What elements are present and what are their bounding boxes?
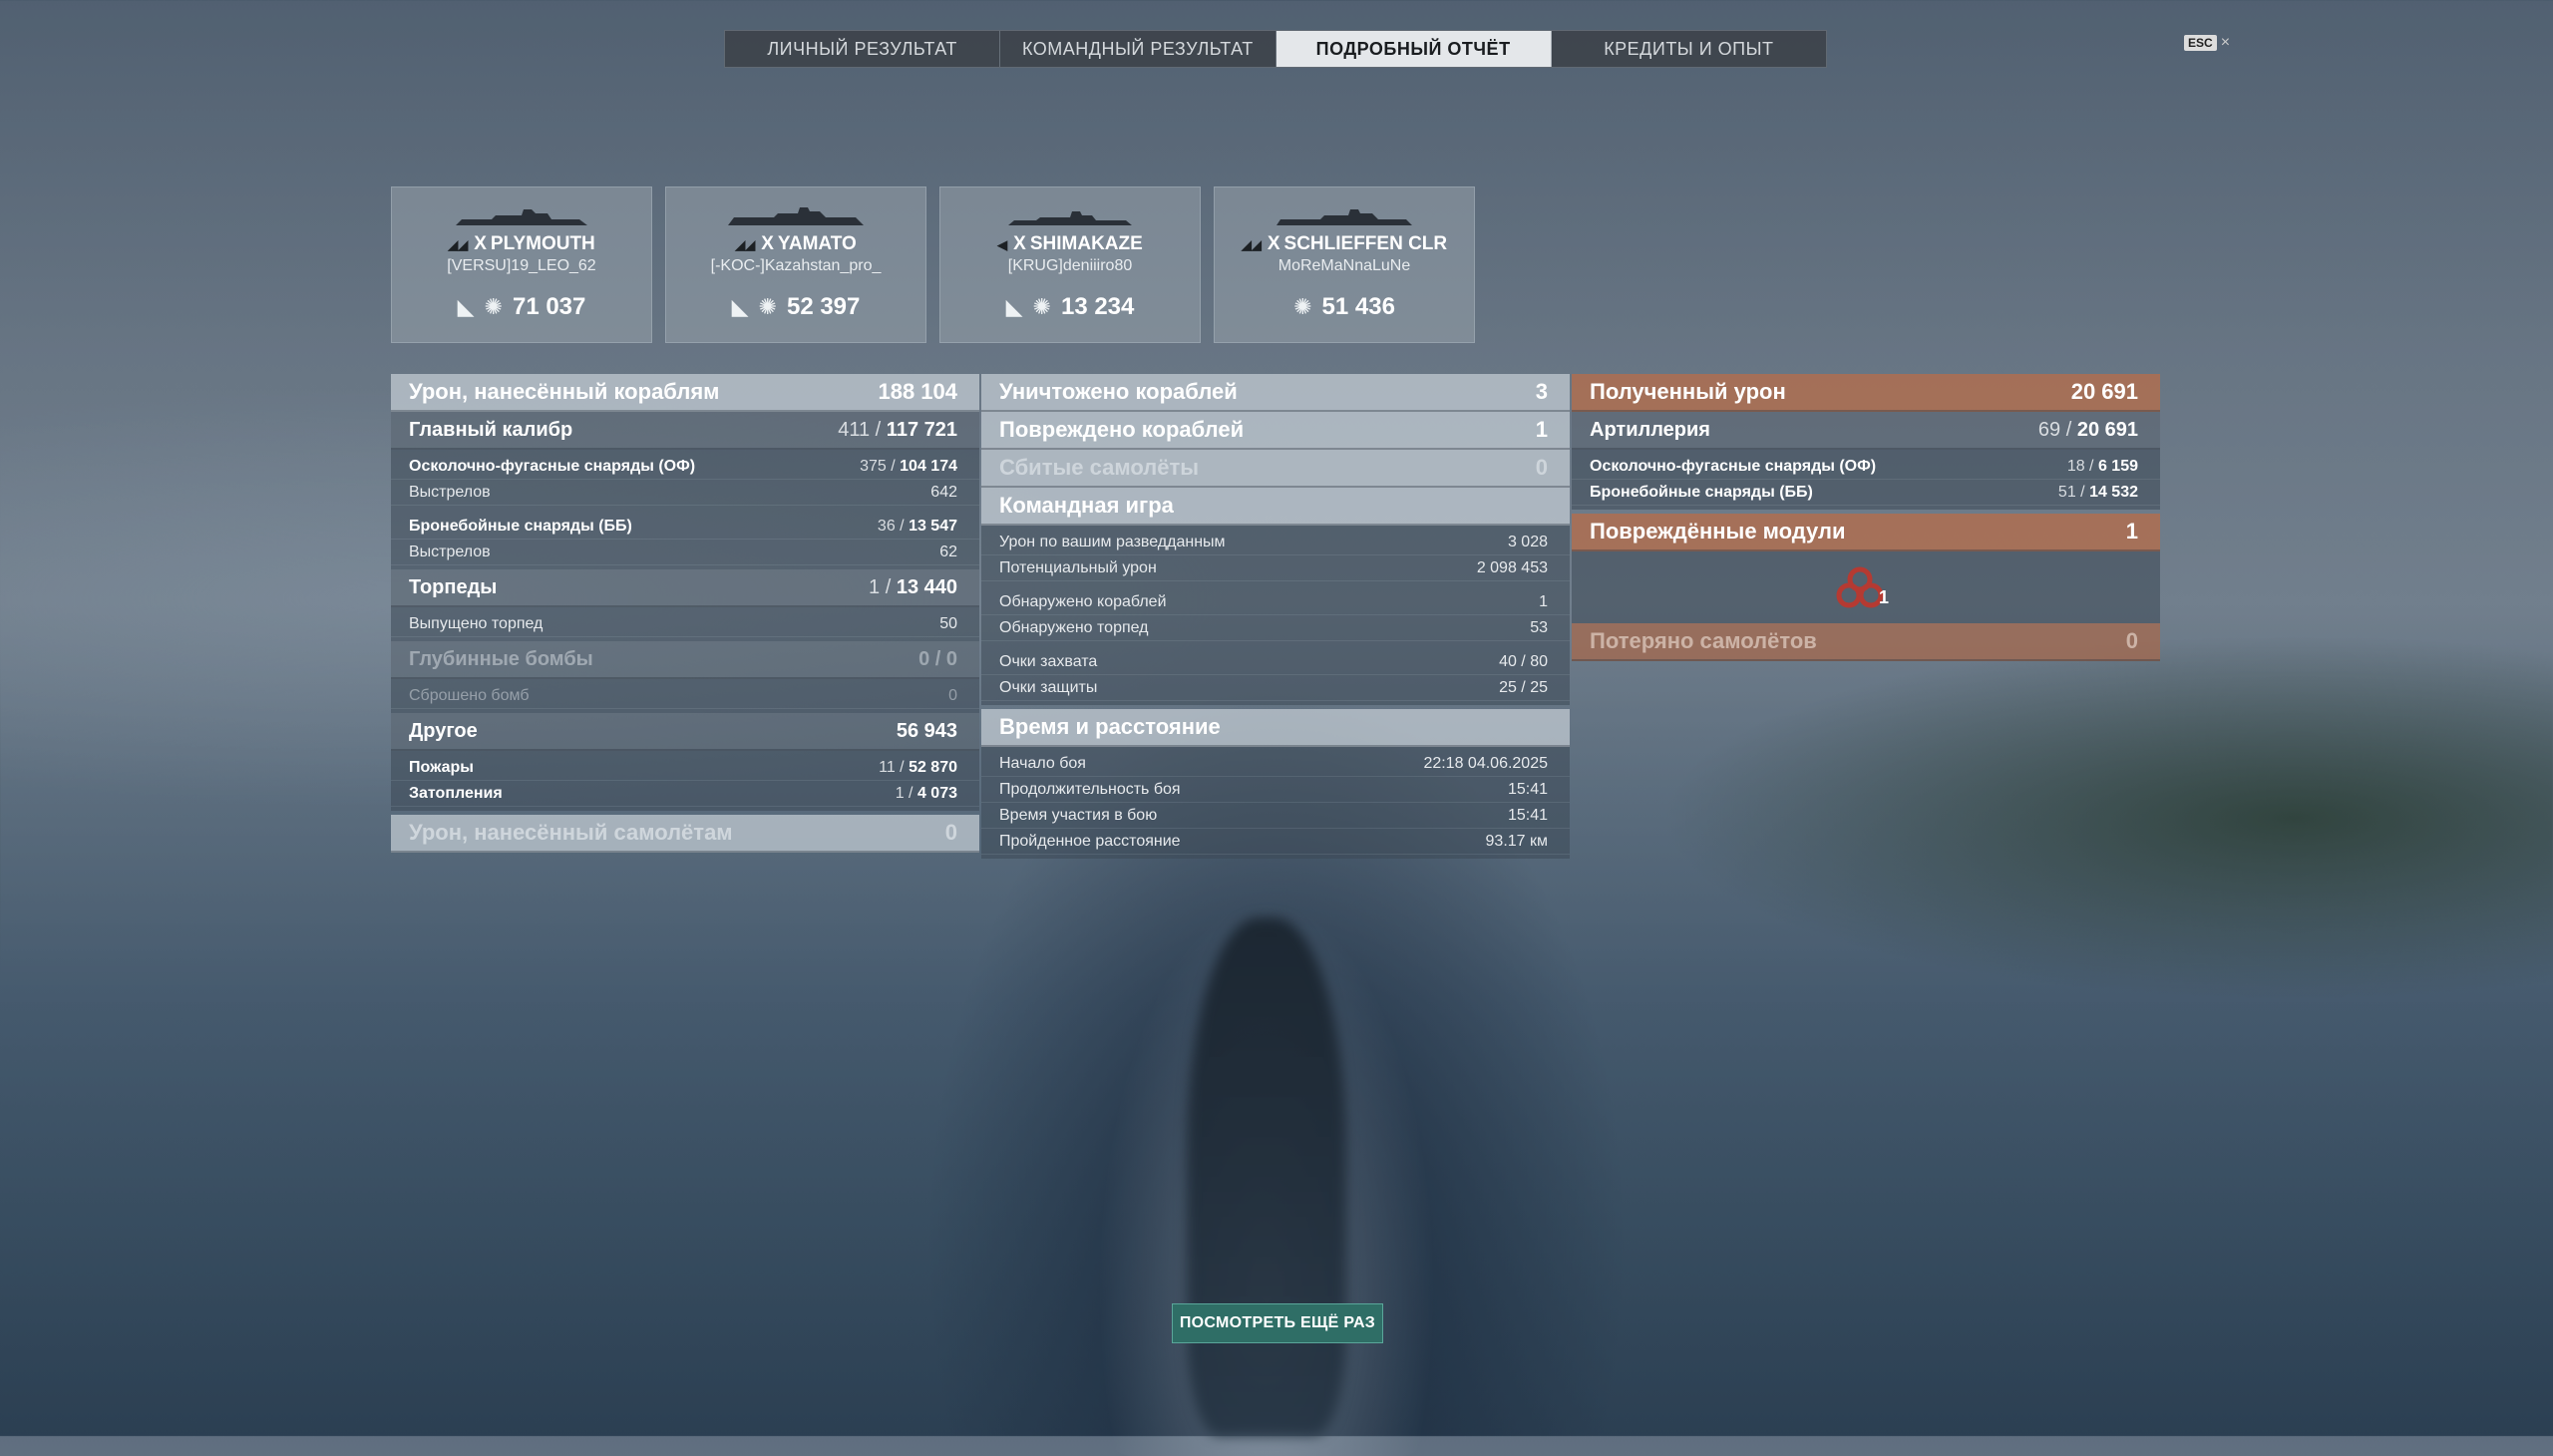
- explosion-icon: ✺: [484, 294, 503, 319]
- ship-silhouette-icon: [1008, 211, 1132, 225]
- planes-shot-down-header: Сбитые самолёты 0: [981, 450, 1570, 488]
- ship-damage: 51 436: [1321, 293, 1395, 320]
- received-ap-row: Бронебойные снаряды (ББ) 51 / 14 532: [1572, 480, 2160, 506]
- ship-damage: 71 037: [512, 293, 586, 320]
- torpedoes-spotted-row: Обнаружено торпед 53: [981, 615, 1570, 641]
- artillery-header: Артиллерия 69 / 20 691: [1572, 412, 2160, 450]
- time-distance-details: Начало боя 22:18 04.06.2025 Продолжительн…: [981, 747, 1570, 859]
- ship-silhouette-icon: [456, 209, 587, 225]
- ship-damage-total: 188 104: [878, 379, 957, 404]
- torpedoes-launched-row: Выпущено торпед 50: [391, 611, 979, 637]
- ship-name: SCHLIEFFEN CLR: [1283, 233, 1448, 254]
- player-name: MoReMaNnaLuNe: [1277, 257, 1411, 274]
- battle-start-row: Начало боя 22:18 04.06.2025: [981, 751, 1570, 777]
- planes-lost-header: Потеряно самолётов 0: [1572, 623, 2160, 661]
- module-damage-count: 1: [1879, 587, 1890, 607]
- ship-card[interactable]: ◢◢ X PLYMOUTH [VERSU]19_LEO_62 ◣ ✺ 71 037: [391, 186, 652, 343]
- explosion-icon: ✺: [1032, 294, 1051, 319]
- capture-points-row: Очки захвата 40 / 80: [981, 649, 1570, 675]
- ship-tier: X: [1267, 233, 1280, 254]
- cruiser-class-icon: ◢◢: [1241, 237, 1262, 252]
- he-shots-row: Выстрелов 642: [391, 480, 979, 506]
- tab-team-result[interactable]: КОМАНДНЫЙ РЕЗУЛЬТАТ: [1000, 31, 1276, 67]
- shell-icon: ◣: [1005, 294, 1023, 319]
- ship-tier: X: [474, 233, 487, 254]
- explosion-icon: ✺: [1293, 294, 1312, 319]
- ship-tier: X: [761, 233, 774, 254]
- player-ship-background: [1187, 917, 1346, 1436]
- ship-tier: X: [1013, 233, 1026, 254]
- spotting-damage-row: Урон по вашим разведданным 3 028: [981, 530, 1570, 555]
- player-name: [VERSU]19_LEO_62: [447, 257, 596, 274]
- battle-duration-row: Продолжительность боя 15:41: [981, 777, 1570, 803]
- player-name: [-KOC-]Kazahstan_pro_: [710, 257, 882, 274]
- watch-replay-button[interactable]: ПОСМОТРЕТЬ ЕЩЁ РАЗ: [1172, 1303, 1383, 1343]
- esc-key-label: ESC: [2184, 35, 2217, 51]
- ships-spotted-row: Обнаружено кораблей 1: [981, 589, 1570, 615]
- team-play-header: Командная игра: [981, 488, 1570, 526]
- time-distance-header: Время и расстояние: [981, 709, 1570, 747]
- depth-charges-header: Глубинные бомбы 0 / 0: [391, 641, 979, 679]
- ap-shells-row: Бронебойные снаряды (ББ) 36 / 13 547: [391, 514, 979, 540]
- team-play-details: Урон по вашим разведданным 3 028 Потенциа…: [981, 526, 1570, 705]
- ship-damage: 52 397: [786, 293, 861, 320]
- ship-silhouette-icon: [1276, 209, 1412, 225]
- damage-received-panel: Полученный урон 20 691 Артиллерия 69 / 2…: [1572, 374, 2160, 661]
- ship-card[interactable]: ◀ X SHIMAKAZE [KRUG]deniiiro80 ◣ ✺ 13 234: [939, 186, 1201, 343]
- ship-card[interactable]: ◢◢ X YAMATO [-KOC-]Kazahstan_pro_ ◣ ✺ 52 397: [665, 186, 926, 343]
- potential-damage-row: Потенциальный урон 2 098 453: [981, 555, 1570, 581]
- explosion-icon: ✺: [758, 294, 777, 319]
- ship-damage-header: Урон, нанесённый кораблям 188 104: [391, 374, 979, 412]
- fires-row: Пожары 11 / 52 870: [391, 755, 979, 781]
- ship-name: SHIMAKAZE: [1029, 233, 1143, 254]
- main-battery-details: Осколочно-фугасные снаряды (ОФ) 375 / 10…: [391, 450, 979, 569]
- distance-traveled-row: Пройденное расстояние 93.17 км: [981, 829, 1570, 855]
- ships-damaged-header: Повреждено кораблей 1: [981, 412, 1570, 450]
- shell-icon: ◣: [731, 294, 749, 319]
- torpedoes-header: Торпеды 1 / 13 440: [391, 569, 979, 607]
- ship-name: PLYMOUTH: [490, 233, 595, 254]
- floods-row: Затопления 1 / 4 073: [391, 781, 979, 807]
- defense-points-row: Очки защиты 25 / 25: [981, 675, 1570, 701]
- tab-credits-xp[interactable]: КРЕДИТЫ И ОПЫТ: [1552, 31, 1826, 67]
- tab-detailed-report[interactable]: ПОДРОБНЫЙ ОТЧЁТ: [1276, 31, 1552, 67]
- main-battery-header: Главный калибр 411 / 117 721: [391, 412, 979, 450]
- tab-personal-result[interactable]: ЛИЧНЫЙ РЕЗУЛЬТАТ: [725, 31, 1001, 67]
- ship-damage: 13 234: [1060, 293, 1135, 320]
- report-tabs: ЛИЧНЫЙ РЕЗУЛЬТАТ КОМАНДНЫЙ РЕЗУЛЬТАТ ПОД…: [724, 30, 1827, 68]
- bombs-dropped-row: Сброшено бомб 0: [391, 683, 979, 709]
- plane-damage-header: Урон, нанесённый самолётам 0: [391, 815, 979, 853]
- ap-shots-row: Выстрелов 62: [391, 540, 979, 565]
- ships-destroyed-header: Уничтожено кораблей 3: [981, 374, 1570, 412]
- ship-silhouette-icon: [728, 207, 864, 225]
- participation-time-row: Время участия в бою 15:41: [981, 803, 1570, 829]
- destroyer-class-icon: ◀: [997, 237, 1008, 252]
- received-he-row: Осколочно-фугасные снаряды (ОФ) 18 / 6 1…: [1572, 454, 2160, 480]
- cruiser-class-icon: ◢◢: [448, 237, 469, 252]
- ship-card[interactable]: ◢◢ X SCHLIEFFEN CLR MoReMaNnaLuNe ✺ 51 436: [1214, 186, 1475, 343]
- damaged-modules-header: Повреждённые модули 1: [1572, 514, 2160, 551]
- received-damage-header: Полученный урон 20 691: [1572, 374, 2160, 412]
- he-shells-row: Осколочно-фугасные снаряды (ОФ) 375 / 10…: [391, 454, 979, 480]
- ship-name: YAMATO: [777, 233, 857, 254]
- damaged-modules-area: 1: [1572, 551, 2160, 623]
- esc-close-button[interactable]: ESC ×: [2184, 34, 2230, 52]
- combat-stats-panel: Уничтожено кораблей 3 Повреждено корабле…: [981, 374, 1570, 859]
- shell-icon: ◣: [457, 294, 475, 319]
- player-name: [KRUG]deniiiro80: [1007, 257, 1133, 274]
- killed-ships-list: ◢◢ X PLYMOUTH [VERSU]19_LEO_62 ◣ ✺ 71 037 ◢◢…: [391, 186, 1475, 343]
- other-damage-header: Другое 56 943: [391, 713, 979, 751]
- close-icon: ×: [2220, 34, 2231, 51]
- battleship-class-icon: ◢◢: [735, 237, 756, 252]
- damage-dealt-panel: Урон, нанесённый кораблям 188 104 Главны…: [391, 374, 979, 853]
